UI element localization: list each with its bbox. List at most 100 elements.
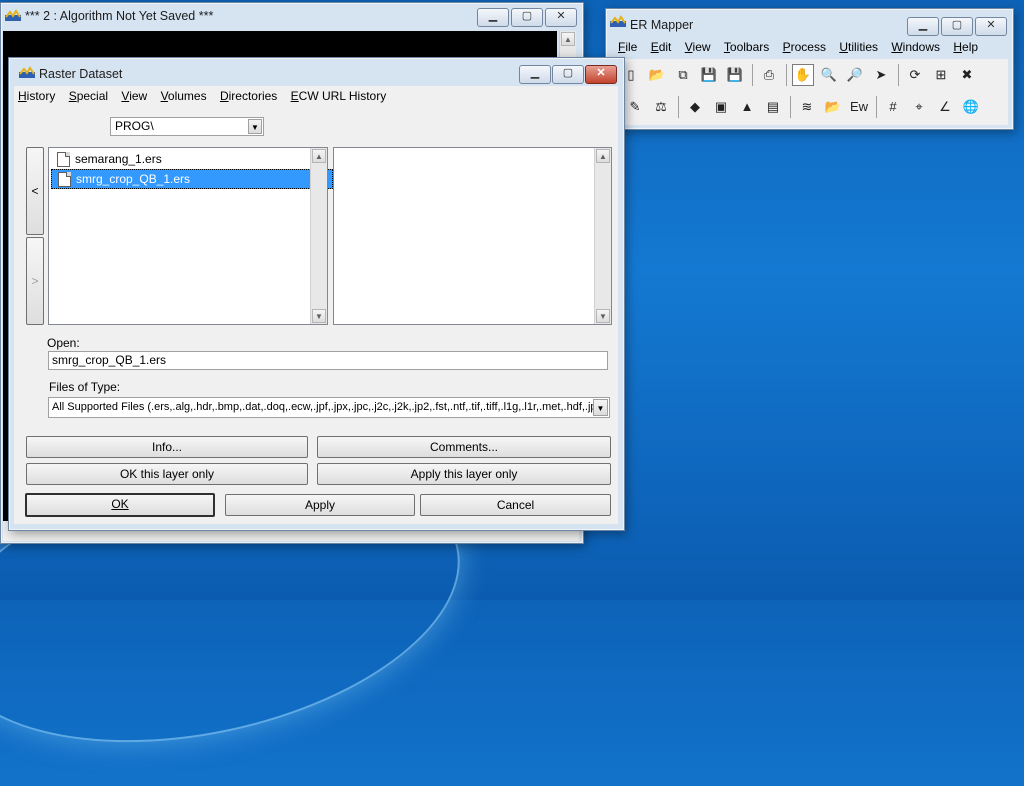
files-of-type-value: All Supported Files (.ers,.alg,.hdr,.bmp…	[52, 401, 607, 413]
menu-utilities[interactable]: Utilities	[839, 37, 878, 57]
file-icon	[57, 152, 70, 167]
chevron-down-icon[interactable]: ▼	[248, 119, 262, 134]
directory-select[interactable]: PROG\ ▼	[110, 117, 264, 136]
maximize-button[interactable]: ▢	[552, 65, 584, 84]
refresh-icon[interactable]: ⟳	[904, 64, 926, 86]
ok-button[interactable]: OK	[25, 493, 215, 517]
zoom-box-icon[interactable]: 🔎	[844, 64, 866, 86]
toolbar-row-1: ▯ 📂 ⧉ 💾 💾 ⎙ ✋ 🔍 🔎 ➤ ⟳ ⊞ ✖	[610, 63, 1008, 87]
close-button[interactable]: ✕	[585, 65, 617, 84]
toolbar-separator	[678, 96, 679, 118]
classify-icon[interactable]: ◆	[684, 96, 706, 118]
crosshair-icon[interactable]: ⌖	[908, 96, 930, 118]
raster-dialog-titlebar[interactable]: Raster Dataset ▁ ▢ ✕	[9, 58, 624, 84]
apply-this-layer-button[interactable]: Apply this layer only	[317, 463, 611, 485]
menu-directories[interactable]: Directories	[220, 86, 277, 106]
scroll-down-icon[interactable]: ▼	[596, 309, 610, 323]
ermapper-titlebar[interactable]: ER Mapper ▁ ▢ ✕	[606, 9, 1013, 36]
cancel-button[interactable]: Cancel	[420, 494, 611, 516]
scroll-up-icon[interactable]: ▲	[312, 149, 326, 163]
pointer-icon[interactable]: ➤	[870, 64, 892, 86]
menu-history[interactable]: History	[18, 86, 55, 106]
comments-button[interactable]: Comments...	[317, 436, 611, 458]
open-field[interactable]: smrg_crop_QB_1.ers	[48, 351, 608, 370]
chevron-down-icon[interactable]: ▼	[593, 399, 608, 416]
apply-button[interactable]: Apply	[225, 494, 415, 516]
file-name: semarang_1.ers	[75, 152, 162, 166]
menu-view[interactable]: View	[685, 37, 711, 57]
menu-toolbars[interactable]: Toolbars	[724, 37, 769, 57]
menu-edit[interactable]: Edit	[651, 37, 672, 57]
list-item[interactable]: semarang_1.ers	[51, 150, 333, 168]
open-label: Open:	[47, 336, 80, 350]
toolbar-row-2: ✎ ⚖ ◆ ▣ ▲ ▤ ≋ 📂 Eᴡ # ⌖ ∠ 🌐	[610, 95, 1008, 119]
save-icon[interactable]: 💾	[698, 64, 720, 86]
edit-pencil-icon[interactable]: ✎	[624, 96, 646, 118]
toolbar-separator	[876, 96, 877, 118]
ermapper-window[interactable]: ER Mapper ▁ ▢ ✕ File Edit View Toolbars …	[605, 8, 1014, 130]
vector-icon[interactable]: ▲	[736, 96, 758, 118]
scroll-down-icon[interactable]: ▼	[312, 309, 326, 323]
close-button[interactable]: ✕	[975, 17, 1007, 36]
preview-pane: ▲ ▼	[333, 147, 612, 325]
open-folder-icon[interactable]: 📂	[822, 96, 844, 118]
minimize-button[interactable]: ▁	[477, 8, 509, 27]
raster-dialog-title: Raster Dataset	[39, 67, 123, 81]
list-item-selected[interactable]: smrg_crop_QB_1.ers	[51, 169, 333, 189]
info-button[interactable]: Info...	[26, 436, 308, 458]
stop-icon[interactable]: ✖	[956, 64, 978, 86]
preview-vscroll[interactable]: ▲ ▼	[594, 148, 611, 324]
directory-value: PROG\	[115, 119, 154, 133]
ok-label: OK	[111, 497, 129, 511]
open-value: smrg_crop_QB_1.ers	[52, 353, 167, 367]
gps-icon[interactable]: ▤	[762, 96, 784, 118]
toolbar-separator	[752, 64, 753, 86]
minimize-button[interactable]: ▁	[907, 17, 939, 36]
hand-pan-icon[interactable]: ✋	[792, 64, 814, 86]
chart-icon[interactable]: ∠	[934, 96, 956, 118]
ok-this-layer-button[interactable]: OK this layer only	[26, 463, 308, 485]
print-icon[interactable]: ⎙	[758, 64, 780, 86]
files-of-type-select[interactable]: All Supported Files (.ers,.alg,.hdr,.bmp…	[48, 397, 610, 418]
algorithm-titlebar[interactable]: *** 2 : Algorithm Not Yet Saved *** ▁ ▢ …	[1, 3, 583, 29]
zoom-icon[interactable]: 🔍	[818, 64, 840, 86]
menu-view[interactable]: View	[121, 86, 147, 106]
toolbar-separator	[786, 64, 787, 86]
minimize-button[interactable]: ▁	[519, 65, 551, 84]
grid-icon[interactable]: #	[882, 96, 904, 118]
ermapper-menubar: File Edit View Toolbars Process Utilitie…	[618, 37, 1005, 57]
menu-help[interactable]: Help	[953, 37, 978, 57]
scroll-up-icon[interactable]: ▲	[596, 149, 610, 163]
file-list-vscroll[interactable]: ▲ ▼	[310, 148, 327, 324]
menu-volumes[interactable]: Volumes	[161, 86, 207, 106]
scroll-up-icon[interactable]: ▲	[561, 32, 575, 46]
nav-right-button[interactable]: >	[26, 237, 44, 325]
menu-file[interactable]: File	[618, 37, 637, 57]
ermapper-logo-icon	[19, 66, 35, 78]
menu-windows[interactable]: Windows	[891, 37, 940, 57]
nav-left-button[interactable]: <	[26, 147, 44, 235]
open-folder-icon[interactable]: 📂	[646, 64, 668, 86]
layers-icon[interactable]: ≋	[796, 96, 818, 118]
menu-ecw-url-history[interactable]: ECW URL History	[291, 86, 387, 106]
algorithm-title: *** 2 : Algorithm Not Yet Saved ***	[25, 9, 214, 23]
maximize-button[interactable]: ▢	[941, 17, 973, 36]
toolbar-separator	[898, 64, 899, 86]
raster-dataset-dialog[interactable]: Raster Dataset ▁ ▢ ✕ History Special Vie…	[8, 57, 625, 531]
toolbar-separator	[790, 96, 791, 118]
files-of-type-label: Files of Type:	[49, 380, 121, 394]
close-button[interactable]: ✕	[545, 8, 577, 27]
ermapper-logo-icon	[610, 15, 626, 27]
open-template-icon[interactable]: ⧉	[672, 64, 694, 86]
ew-icon[interactable]: Eᴡ	[848, 96, 870, 118]
balance-icon[interactable]: ⚖	[650, 96, 672, 118]
menu-special[interactable]: Special	[69, 86, 108, 106]
menu-process[interactable]: Process	[783, 37, 826, 57]
globe-search-icon[interactable]: 🌐	[960, 96, 982, 118]
file-name: smrg_crop_QB_1.ers	[76, 172, 191, 186]
file-list[interactable]: semarang_1.ers smrg_crop_QB_1.ers ▲ ▼	[48, 147, 333, 325]
save-as-icon[interactable]: 💾	[724, 64, 746, 86]
map-composition-icon[interactable]: ▣	[710, 96, 732, 118]
maximize-button[interactable]: ▢	[511, 8, 543, 27]
refresh-99-icon[interactable]: ⊞	[930, 64, 952, 86]
